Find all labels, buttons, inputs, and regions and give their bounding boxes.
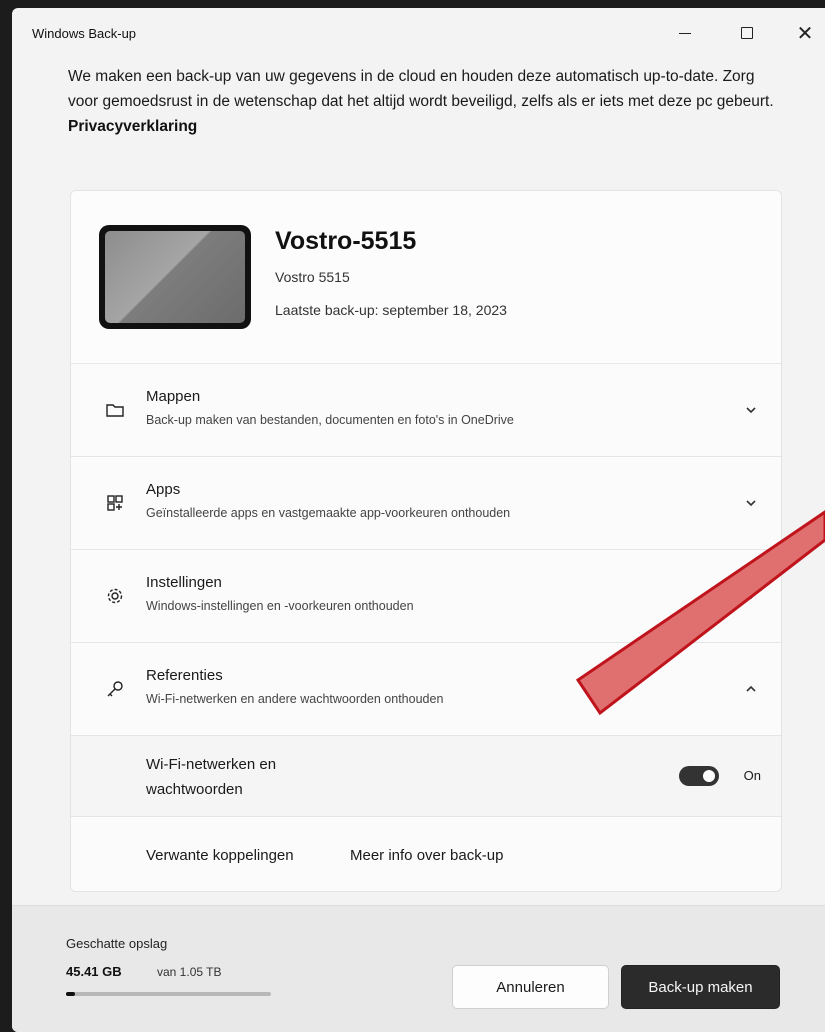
section-title: Apps — [146, 481, 181, 498]
intro-text: We maken een back-up van uw gegevens in … — [68, 64, 778, 139]
section-referenties[interactable]: Referenties Wi-Fi-netwerken en andere wa… — [71, 643, 781, 736]
storage-used: 45.41 GB — [66, 964, 122, 979]
section-subtitle: Geïnstalleerde apps en vastgemaakte app-… — [146, 506, 511, 520]
more-info-link[interactable]: Meer info over back-up — [350, 847, 503, 864]
wifi-toggle[interactable] — [679, 766, 719, 786]
gear-icon — [107, 588, 123, 604]
footer-bar: Geschatte opslag 45.41 GB van 1.05 TB An… — [12, 905, 825, 1032]
minimize-icon — [679, 32, 691, 34]
intro-body: We maken een back-up van uw gegevens in … — [68, 68, 774, 110]
chevron-down-icon[interactable] — [743, 588, 759, 604]
device-model: Vostro 5515 — [275, 269, 350, 285]
wifi-setting-row: Wi-Fi-netwerken en wachtwoorden On — [71, 736, 781, 817]
device-thumbnail — [99, 225, 251, 329]
backup-window: Windows Back-up ✕ We maken een back-up v… — [12, 8, 825, 1032]
storage-label: Geschatte opslag — [66, 936, 168, 951]
section-title: Instellingen — [146, 574, 222, 591]
window-title: Windows Back-up — [32, 26, 137, 41]
wifi-setting-label: Wi-Fi-netwerken en wachtwoorden — [146, 756, 277, 798]
toggle-knob — [703, 770, 715, 782]
storage-total: van 1.05 TB — [157, 965, 222, 979]
section-subtitle: Back-up maken van bestanden, documenten … — [146, 413, 514, 427]
storage-bar — [66, 992, 271, 996]
device-name: Vostro-5515 — [275, 227, 417, 255]
section-subtitle: Wi-Fi-netwerken en andere wachtwoorden o… — [146, 692, 444, 706]
section-mappen[interactable]: Mappen Back-up maken van bestanden, docu… — [71, 364, 781, 457]
backup-button[interactable]: Back-up maken — [621, 965, 780, 1009]
chevron-down-icon[interactable] — [743, 495, 759, 511]
title-bar[interactable]: Windows Back-up ✕ — [12, 8, 825, 54]
section-title: Referenties — [146, 667, 223, 684]
close-icon: ✕ — [796, 22, 814, 45]
backup-card: Vostro-5515 Vostro 5515 Laatste back-up:… — [70, 190, 782, 892]
privacy-link[interactable]: Privacyverklaring — [68, 118, 197, 135]
maximize-icon — [741, 27, 753, 39]
section-title: Mappen — [146, 388, 201, 405]
related-links-row: Verwante koppelingen Meer info over back… — [71, 817, 781, 891]
last-backup: Laatste back-up: september 18, 2023 — [275, 302, 507, 318]
section-subtitle: Windows-instellingen en -voorkeuren onth… — [146, 599, 414, 613]
key-icon — [107, 681, 123, 697]
section-instellingen[interactable]: Instellingen Windows-instellingen en -vo… — [71, 550, 781, 643]
close-button[interactable]: ✕ — [782, 18, 825, 48]
folder-icon — [106, 404, 124, 417]
related-links-label: Verwante koppelingen — [146, 847, 294, 864]
minimize-button[interactable] — [662, 18, 708, 48]
section-apps[interactable]: Apps Geïnstalleerde apps en vastgemaakte… — [71, 457, 781, 550]
chevron-up-icon[interactable] — [743, 681, 759, 697]
chevron-down-icon[interactable] — [743, 402, 759, 418]
cancel-button[interactable]: Annuleren — [452, 965, 609, 1009]
device-panel: Vostro-5515 Vostro 5515 Laatste back-up:… — [71, 191, 781, 364]
apps-icon — [107, 495, 123, 511]
maximize-button[interactable] — [724, 18, 770, 48]
storage-bar-fill — [66, 992, 75, 996]
toggle-state-label: On — [743, 768, 761, 783]
